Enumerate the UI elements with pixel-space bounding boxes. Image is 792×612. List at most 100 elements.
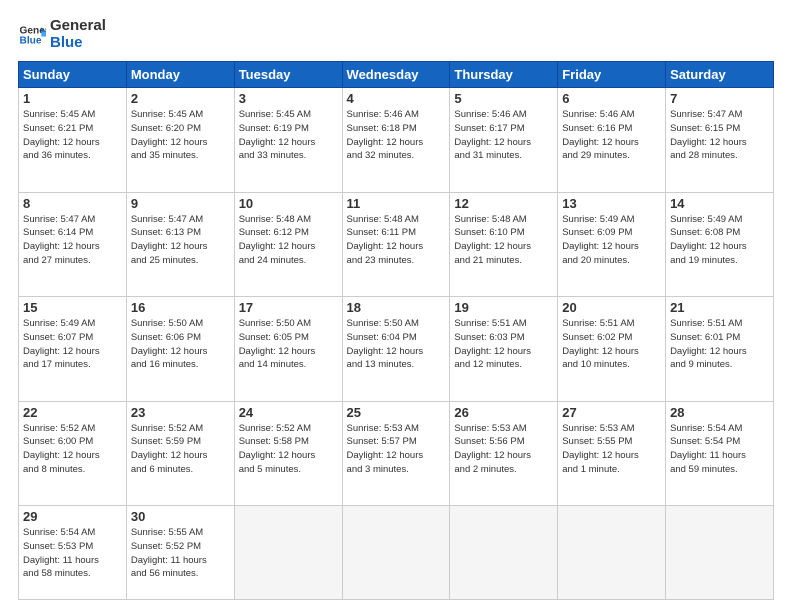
day-info: Sunrise: 5:45 AM Sunset: 6:20 PM Dayligh…	[131, 108, 230, 163]
header-monday: Monday	[126, 62, 234, 88]
day-number: 30	[131, 509, 230, 524]
day-number: 10	[239, 196, 338, 211]
table-cell: 20Sunrise: 5:51 AM Sunset: 6:02 PM Dayli…	[558, 297, 666, 402]
day-info: Sunrise: 5:48 AM Sunset: 6:10 PM Dayligh…	[454, 213, 553, 268]
table-cell: 14Sunrise: 5:49 AM Sunset: 6:08 PM Dayli…	[666, 192, 774, 297]
day-number: 21	[670, 300, 769, 315]
week-row-1: 1 Sunrise: 5:45 AM Sunset: 6:21 PM Daylig…	[19, 88, 774, 193]
day-number: 27	[562, 405, 661, 420]
table-cell: 28 Sunrise: 5:54 AM Sunset: 5:54 PM Dayli…	[666, 401, 774, 506]
day-info: Sunrise: 5:51 AM Sunset: 6:03 PM Dayligh…	[454, 317, 553, 372]
day-number: 5	[454, 91, 553, 106]
table-cell: 12 Sunrise: 5:48 AM Sunset: 6:10 PM Dayli…	[450, 192, 558, 297]
day-info: Sunrise: 5:47 AM Sunset: 6:13 PM Dayligh…	[131, 213, 230, 268]
day-info: Sunrise: 5:50 AM Sunset: 6:04 PM Dayligh…	[347, 317, 446, 372]
table-cell	[450, 506, 558, 600]
table-cell: 11Sunrise: 5:48 AM Sunset: 6:11 PM Dayli…	[342, 192, 450, 297]
table-cell: 26 Sunrise: 5:53 AM Sunset: 5:56 PM Dayli…	[450, 401, 558, 506]
day-info: Sunrise: 5:50 AM Sunset: 6:06 PM Dayligh…	[131, 317, 230, 372]
day-number: 9	[131, 196, 230, 211]
day-info: Sunrise: 5:53 AM Sunset: 5:56 PM Dayligh…	[454, 422, 553, 477]
table-cell: 17 Sunrise: 5:50 AM Sunset: 6:05 PM Dayli…	[234, 297, 342, 402]
header-tuesday: Tuesday	[234, 62, 342, 88]
day-info: Sunrise: 5:52 AM Sunset: 5:58 PM Dayligh…	[239, 422, 338, 477]
day-number: 16	[131, 300, 230, 315]
day-number: 11	[347, 196, 446, 211]
table-cell: 9 Sunrise: 5:47 AM Sunset: 6:13 PM Daylig…	[126, 192, 234, 297]
day-number: 25	[347, 405, 446, 420]
table-cell: 4Sunrise: 5:46 AM Sunset: 6:18 PM Daylig…	[342, 88, 450, 193]
day-number: 26	[454, 405, 553, 420]
day-info: Sunrise: 5:49 AM Sunset: 6:09 PM Dayligh…	[562, 213, 661, 268]
day-number: 12	[454, 196, 553, 211]
table-cell: 10 Sunrise: 5:48 AM Sunset: 6:12 PM Dayli…	[234, 192, 342, 297]
svg-text:Blue: Blue	[20, 35, 42, 46]
logo: General Blue General Blue	[18, 18, 106, 51]
table-cell: 15 Sunrise: 5:49 AM Sunset: 6:07 PM Dayli…	[19, 297, 127, 402]
day-info: Sunrise: 5:46 AM Sunset: 6:18 PM Dayligh…	[347, 108, 446, 163]
week-row-3: 15 Sunrise: 5:49 AM Sunset: 6:07 PM Dayli…	[19, 297, 774, 402]
day-info: Sunrise: 5:50 AM Sunset: 6:05 PM Dayligh…	[239, 317, 338, 372]
day-info: Sunrise: 5:48 AM Sunset: 6:12 PM Dayligh…	[239, 213, 338, 268]
day-info: Sunrise: 5:53 AM Sunset: 5:57 PM Dayligh…	[347, 422, 446, 477]
day-info: Sunrise: 5:54 AM Sunset: 5:54 PM Dayligh…	[670, 422, 769, 477]
table-cell: 30 Sunrise: 5:55 AM Sunset: 5:52 PM Dayli…	[126, 506, 234, 600]
weekday-header-row: Sunday Monday Tuesday Wednesday Thursday…	[19, 62, 774, 88]
day-number: 3	[239, 91, 338, 106]
table-cell: 25 Sunrise: 5:53 AM Sunset: 5:57 PM Dayli…	[342, 401, 450, 506]
table-cell: 3 Sunrise: 5:45 AM Sunset: 6:19 PM Daylig…	[234, 88, 342, 193]
table-cell: 1 Sunrise: 5:45 AM Sunset: 6:21 PM Daylig…	[19, 88, 127, 193]
day-info: Sunrise: 5:46 AM Sunset: 6:16 PM Dayligh…	[562, 108, 661, 163]
day-number: 22	[23, 405, 122, 420]
day-number: 7	[670, 91, 769, 106]
header: General Blue General Blue	[18, 18, 774, 51]
day-number: 20	[562, 300, 661, 315]
day-info: Sunrise: 5:47 AM Sunset: 6:14 PM Dayligh…	[23, 213, 122, 268]
table-cell: 22 Sunrise: 5:52 AM Sunset: 6:00 PM Dayli…	[19, 401, 127, 506]
header-saturday: Saturday	[666, 62, 774, 88]
calendar-table: Sunday Monday Tuesday Wednesday Thursday…	[18, 61, 774, 600]
day-number: 28	[670, 405, 769, 420]
day-number: 29	[23, 509, 122, 524]
header-friday: Friday	[558, 62, 666, 88]
day-number: 8	[23, 196, 122, 211]
day-info: Sunrise: 5:45 AM Sunset: 6:19 PM Dayligh…	[239, 108, 338, 163]
header-sunday: Sunday	[19, 62, 127, 88]
day-info: Sunrise: 5:45 AM Sunset: 6:21 PM Dayligh…	[23, 108, 122, 163]
day-number: 6	[562, 91, 661, 106]
table-cell: 13 Sunrise: 5:49 AM Sunset: 6:09 PM Dayli…	[558, 192, 666, 297]
header-wednesday: Wednesday	[342, 62, 450, 88]
day-number: 2	[131, 91, 230, 106]
day-info: Sunrise: 5:53 AM Sunset: 5:55 PM Dayligh…	[562, 422, 661, 477]
table-cell: 29 Sunrise: 5:54 AM Sunset: 5:53 PM Dayli…	[19, 506, 127, 600]
table-cell: 23Sunrise: 5:52 AM Sunset: 5:59 PM Dayli…	[126, 401, 234, 506]
table-cell	[234, 506, 342, 600]
day-info: Sunrise: 5:52 AM Sunset: 6:00 PM Dayligh…	[23, 422, 122, 477]
day-info: Sunrise: 5:55 AM Sunset: 5:52 PM Dayligh…	[131, 526, 230, 581]
day-number: 1	[23, 91, 122, 106]
day-number: 19	[454, 300, 553, 315]
day-info: Sunrise: 5:51 AM Sunset: 6:01 PM Dayligh…	[670, 317, 769, 372]
day-info: Sunrise: 5:54 AM Sunset: 5:53 PM Dayligh…	[23, 526, 122, 581]
table-cell	[342, 506, 450, 600]
table-cell: 24 Sunrise: 5:52 AM Sunset: 5:58 PM Dayli…	[234, 401, 342, 506]
day-info: Sunrise: 5:49 AM Sunset: 6:07 PM Dayligh…	[23, 317, 122, 372]
day-number: 18	[347, 300, 446, 315]
day-info: Sunrise: 5:46 AM Sunset: 6:17 PM Dayligh…	[454, 108, 553, 163]
table-cell: 19 Sunrise: 5:51 AM Sunset: 6:03 PM Dayli…	[450, 297, 558, 402]
day-number: 24	[239, 405, 338, 420]
week-row-2: 8 Sunrise: 5:47 AM Sunset: 6:14 PM Daylig…	[19, 192, 774, 297]
day-number: 13	[562, 196, 661, 211]
day-number: 23	[131, 405, 230, 420]
day-number: 17	[239, 300, 338, 315]
table-cell: 6 Sunrise: 5:46 AM Sunset: 6:16 PM Daylig…	[558, 88, 666, 193]
table-cell: 16 Sunrise: 5:50 AM Sunset: 6:06 PM Dayli…	[126, 297, 234, 402]
table-cell: 2 Sunrise: 5:45 AM Sunset: 6:20 PM Daylig…	[126, 88, 234, 193]
day-info: Sunrise: 5:47 AM Sunset: 6:15 PM Dayligh…	[670, 108, 769, 163]
table-cell: 18 Sunrise: 5:50 AM Sunset: 6:04 PM Dayli…	[342, 297, 450, 402]
page: General Blue General Blue Sunday Monday …	[0, 0, 792, 612]
day-number: 15	[23, 300, 122, 315]
table-cell	[666, 506, 774, 600]
week-row-5: 29 Sunrise: 5:54 AM Sunset: 5:53 PM Dayli…	[19, 506, 774, 600]
table-cell: 27 Sunrise: 5:53 AM Sunset: 5:55 PM Dayli…	[558, 401, 666, 506]
